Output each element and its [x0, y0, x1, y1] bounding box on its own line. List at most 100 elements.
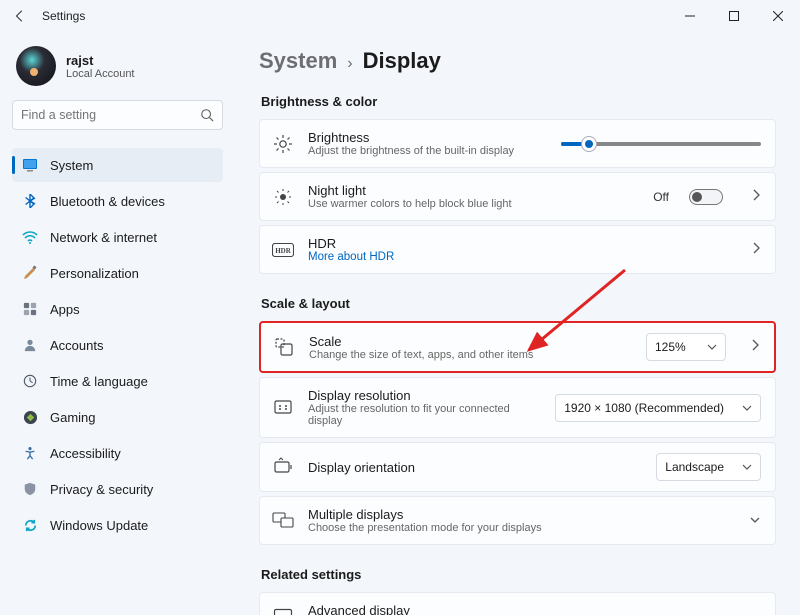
hdr-link[interactable]: More about HDR — [308, 251, 737, 263]
sidebar-item-label: Accessibility — [50, 446, 121, 461]
wifi-icon — [22, 229, 38, 245]
user-block[interactable]: rajst Local Account — [12, 40, 223, 100]
breadcrumb: System › Display — [259, 42, 776, 88]
sidebar-item-personalization[interactable]: Personalization — [12, 256, 223, 290]
sidebar-item-gaming[interactable]: Gaming — [12, 400, 223, 434]
sidebar-item-bluetooth[interactable]: Bluetooth & devices — [12, 184, 223, 218]
chevron-right-icon — [750, 338, 760, 356]
sidebar-item-accounts[interactable]: Accounts — [12, 328, 223, 362]
card-nightlight[interactable]: Night light Use warmer colors to help bl… — [259, 172, 776, 221]
scale-select[interactable]: 125% — [646, 333, 726, 361]
sun-icon — [272, 133, 294, 155]
hdr-icon: HDR — [272, 239, 294, 261]
display-icon — [272, 606, 294, 615]
card-title: Night light — [308, 183, 639, 198]
back-button[interactable] — [8, 4, 32, 28]
gaming-icon — [22, 409, 38, 425]
minimize-icon — [685, 11, 695, 21]
sidebar-item-label: System — [50, 158, 93, 173]
scale-icon — [273, 336, 295, 358]
main-content: System › Display Brightness & color Brig… — [235, 32, 800, 615]
select-value: Landscape — [665, 460, 724, 474]
card-multiple-displays[interactable]: Multiple displays Choose the presentatio… — [259, 496, 776, 545]
sidebar-item-label: Time & language — [50, 374, 148, 389]
svg-text:HDR: HDR — [275, 247, 292, 255]
sidebar-item-network[interactable]: Network & internet — [12, 220, 223, 254]
card-subtitle: Choose the presentation mode for your di… — [308, 522, 735, 534]
card-orientation[interactable]: Display orientation Landscape — [259, 442, 776, 492]
card-scale[interactable]: Scale Change the size of text, apps, and… — [259, 321, 776, 373]
window-title: Settings — [42, 9, 85, 23]
sidebar-item-label: Accounts — [50, 338, 103, 353]
card-title: Scale — [309, 334, 632, 349]
select-value: 1920 × 1080 (Recommended) — [564, 401, 724, 415]
brightness-slider[interactable] — [561, 142, 761, 146]
breadcrumb-current: Display — [363, 48, 441, 74]
sidebar-item-label: Gaming — [50, 410, 96, 425]
user-name: rajst — [66, 53, 135, 68]
sidebar-item-label: Bluetooth & devices — [50, 194, 165, 209]
person-icon — [22, 337, 38, 353]
chevron-right-icon — [751, 241, 761, 259]
system-icon — [22, 157, 38, 173]
card-subtitle: Change the size of text, apps, and other… — [309, 349, 632, 361]
user-sub: Local Account — [66, 68, 135, 80]
select-value: 125% — [655, 340, 686, 354]
minimize-button[interactable] — [668, 1, 712, 31]
card-title: Display resolution — [308, 388, 541, 403]
search-input[interactable] — [21, 108, 200, 122]
resolution-icon — [272, 397, 294, 419]
avatar — [16, 46, 56, 86]
arrow-left-icon — [13, 9, 27, 23]
orientation-select[interactable]: Landscape — [656, 453, 761, 481]
orientation-icon — [272, 456, 294, 478]
accessibility-icon — [22, 445, 38, 461]
sidebar-item-apps[interactable]: Apps — [12, 292, 223, 326]
moon-icon — [272, 186, 294, 208]
update-icon — [22, 517, 38, 533]
card-title: Multiple displays — [308, 507, 735, 522]
section-header-scale: Scale & layout — [259, 290, 776, 321]
close-icon — [773, 11, 783, 21]
sidebar-item-time[interactable]: Time & language — [12, 364, 223, 398]
sidebar-item-system[interactable]: System — [12, 148, 223, 182]
chevron-down-icon — [749, 512, 761, 530]
sidebar: rajst Local Account System Bluetooth & d… — [0, 32, 235, 615]
title-bar: Settings — [0, 0, 800, 32]
chevron-right-icon — [751, 188, 761, 206]
section-header-related: Related settings — [259, 561, 776, 592]
chevron-down-icon — [707, 343, 717, 351]
card-title: HDR — [308, 236, 737, 251]
card-title: Display orientation — [308, 460, 642, 475]
close-button[interactable] — [756, 1, 800, 31]
sidebar-item-label: Windows Update — [50, 518, 148, 533]
search-box[interactable] — [12, 100, 223, 130]
card-title: Brightness — [308, 130, 547, 145]
sidebar-item-update[interactable]: Windows Update — [12, 508, 223, 542]
card-brightness[interactable]: Brightness Adjust the brightness of the … — [259, 119, 776, 168]
card-advanced-display[interactable]: Advanced display Display information, re… — [259, 592, 776, 615]
card-subtitle: Adjust the resolution to fit your connec… — [308, 403, 541, 427]
resolution-select[interactable]: 1920 × 1080 (Recommended) — [555, 394, 761, 422]
bluetooth-icon — [22, 193, 38, 209]
clock-globe-icon — [22, 373, 38, 389]
sidebar-item-accessibility[interactable]: Accessibility — [12, 436, 223, 470]
chevron-down-icon — [742, 404, 752, 412]
multi-display-icon — [272, 510, 294, 532]
sidebar-item-label: Privacy & security — [50, 482, 153, 497]
breadcrumb-parent[interactable]: System — [259, 48, 337, 74]
card-subtitle: Use warmer colors to help block blue lig… — [308, 198, 639, 210]
sidebar-item-label: Personalization — [50, 266, 139, 281]
apps-icon — [22, 301, 38, 317]
sidebar-item-privacy[interactable]: Privacy & security — [12, 472, 223, 506]
shield-icon — [22, 481, 38, 497]
paintbrush-icon — [22, 265, 38, 281]
section-header-brightness: Brightness & color — [259, 88, 776, 119]
maximize-button[interactable] — [712, 1, 756, 31]
nightlight-toggle[interactable] — [689, 189, 723, 205]
breadcrumb-sep: › — [347, 55, 352, 73]
sidebar-item-label: Apps — [50, 302, 80, 317]
card-resolution[interactable]: Display resolution Adjust the resolution… — [259, 377, 776, 438]
chevron-down-icon — [742, 463, 752, 471]
card-hdr[interactable]: HDR HDR More about HDR — [259, 225, 776, 274]
